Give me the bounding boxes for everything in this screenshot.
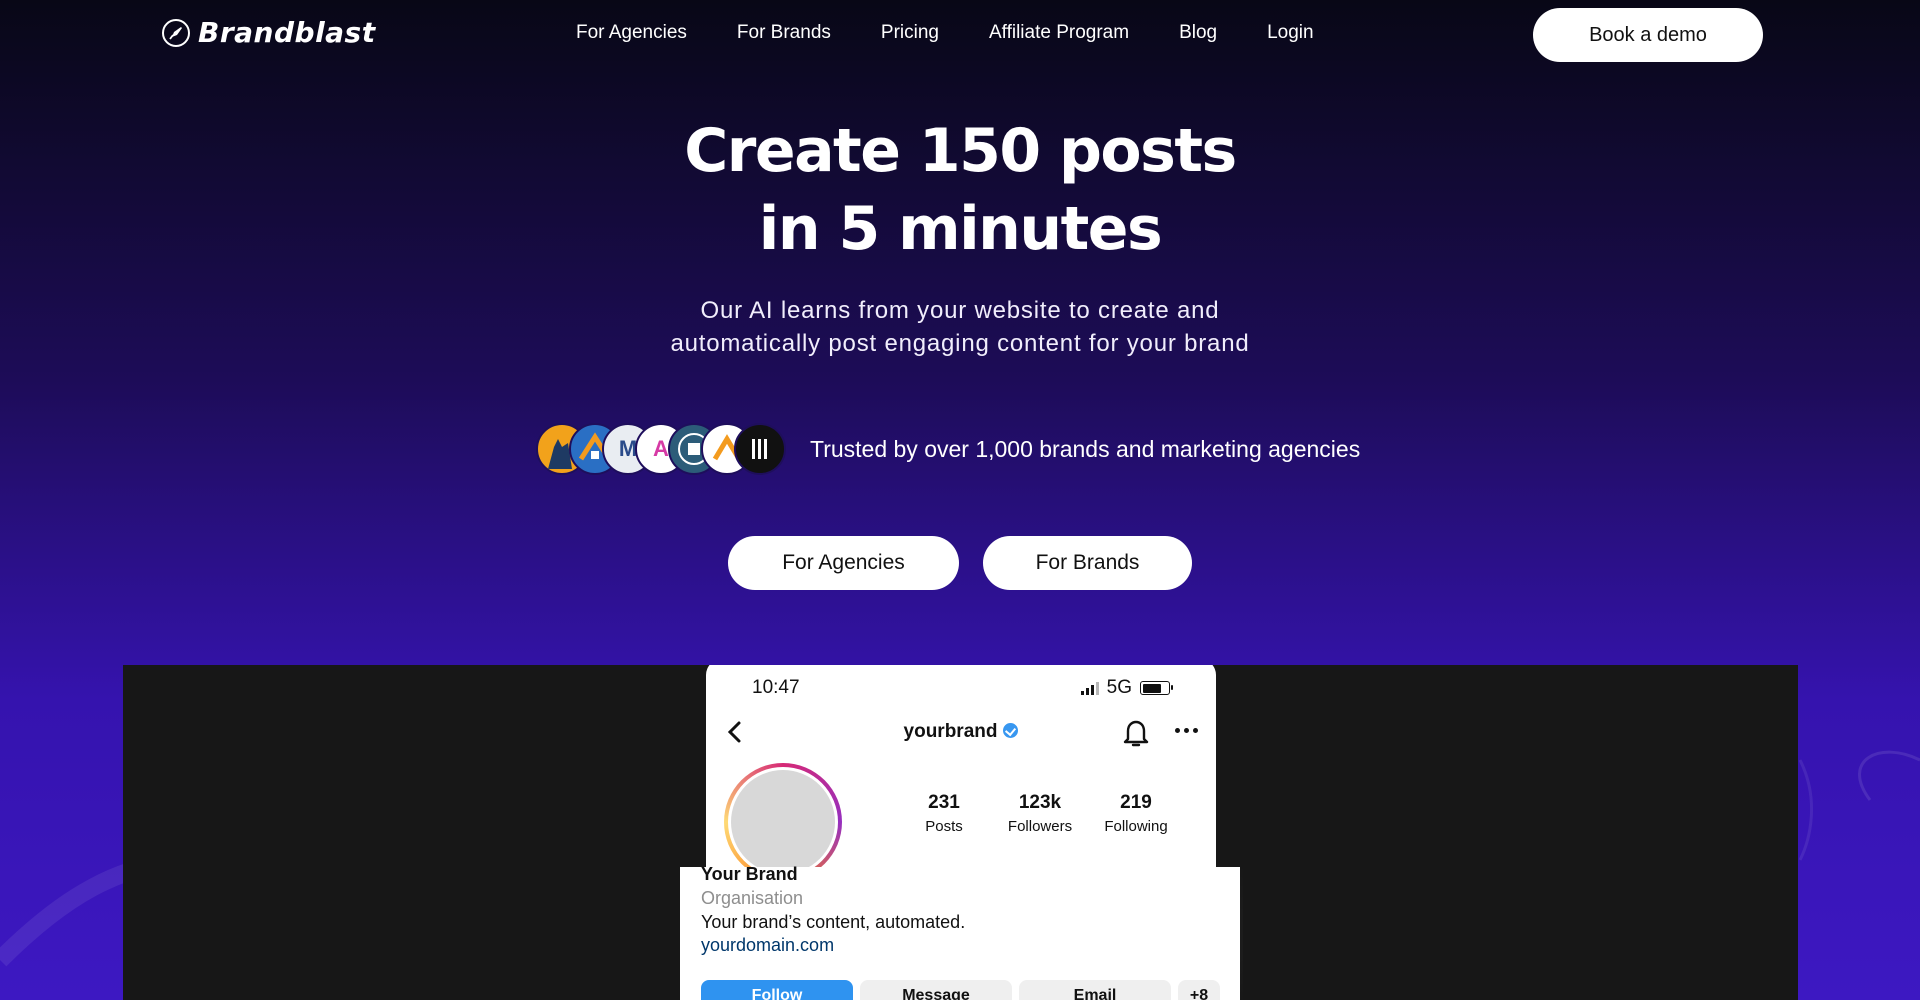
profile-action-buttons: Follow Message Email +8 <box>701 980 1220 1000</box>
stat-followers[interactable]: 123k Followers <box>992 792 1088 835</box>
profile-stats: 231 Posts 123k Followers 219 Following <box>896 792 1184 835</box>
stat-following-value: 219 <box>1120 792 1152 813</box>
book-demo-button[interactable]: Book a demo <box>1533 8 1763 62</box>
more-actions-button[interactable]: +8 <box>1178 980 1220 1000</box>
hero-title-line-1: Create 150 posts <box>684 116 1237 186</box>
phone-mockup: 10:47 5G yourbrand 231 Posts 123k Follow… <box>706 665 1216 881</box>
client-logo-stripes <box>734 423 786 475</box>
profile-category: Organisation <box>701 888 804 908</box>
nav-link-login[interactable]: Login <box>1267 22 1314 44</box>
signal-icon <box>1080 681 1099 695</box>
status-time: 10:47 <box>752 677 800 698</box>
verified-badge-icon <box>1003 723 1019 738</box>
stat-posts[interactable]: 231 Posts <box>896 792 992 835</box>
rocket-icon <box>162 18 190 47</box>
brand-logo[interactable]: Brandblast <box>162 16 376 49</box>
message-button[interactable]: Message <box>860 980 1012 1000</box>
stat-posts-value: 231 <box>928 792 960 813</box>
network-label: 5G <box>1106 677 1132 698</box>
status-indicators: 5G <box>1080 677 1173 699</box>
profile-link[interactable]: yourdomain.com <box>701 935 834 956</box>
nav-link-pricing[interactable]: Pricing <box>881 22 939 44</box>
profile-name: Your Brand <box>701 864 798 884</box>
profile-bio-card: Your Brand Organisation Your brand’s con… <box>680 864 1240 1000</box>
client-logos: M A <box>536 423 786 475</box>
stat-followers-label: Followers <box>1007 818 1073 835</box>
top-nav: Brandblast For Agencies For Brands Prici… <box>0 0 1920 70</box>
brand-name: Brandblast <box>198 16 376 49</box>
stat-following-label: Following <box>1104 818 1168 835</box>
nav-link-for-agencies[interactable]: For Agencies <box>576 22 687 44</box>
hero-title-line-2: in 5 minutes <box>758 194 1163 264</box>
for-agencies-button[interactable]: For Agencies <box>728 536 959 590</box>
email-button[interactable]: Email <box>1019 980 1171 1000</box>
hero-cta-row: For Agencies For Brands <box>728 536 1192 590</box>
bell-icon[interactable] <box>1122 717 1150 749</box>
battery-icon <box>1140 681 1173 695</box>
nav-link-for-brands[interactable]: For Brands <box>737 22 831 44</box>
profile-handle-text: yourbrand <box>903 721 998 742</box>
hero-subtitle-line-2: automatically post engaging content for … <box>670 330 1250 357</box>
nav-link-affiliate-program[interactable]: Affiliate Program <box>989 22 1129 44</box>
stat-posts-label: Posts <box>925 818 963 835</box>
stat-followers-value: 123k <box>1018 792 1062 813</box>
trust-strip: M A Trusted by over 1,000 brands and mar… <box>536 423 1360 475</box>
nav-links: For Agencies For Brands Pricing Affiliat… <box>576 22 1314 44</box>
demo-video-panel[interactable]: 10:47 5G yourbrand 231 Posts 123k Follow… <box>123 665 1798 1000</box>
hero-subtitle-line-1: Our AI learns from your website to creat… <box>700 297 1220 324</box>
avatar[interactable] <box>731 770 835 874</box>
hero-title: Create 150 posts in 5 minutes <box>0 112 1920 268</box>
nav-link-blog[interactable]: Blog <box>1179 22 1217 44</box>
more-options-icon[interactable] <box>1175 728 1198 733</box>
trust-text: Trusted by over 1,000 brands and marketi… <box>810 435 1361 462</box>
for-brands-button[interactable]: For Brands <box>983 536 1192 590</box>
follow-button[interactable]: Follow <box>701 980 853 1000</box>
stat-following[interactable]: 219 Following <box>1088 792 1184 835</box>
hero-subtitle: Our AI learns from your website to creat… <box>0 294 1920 360</box>
profile-bio: Your brand’s content, automated. <box>701 912 966 932</box>
